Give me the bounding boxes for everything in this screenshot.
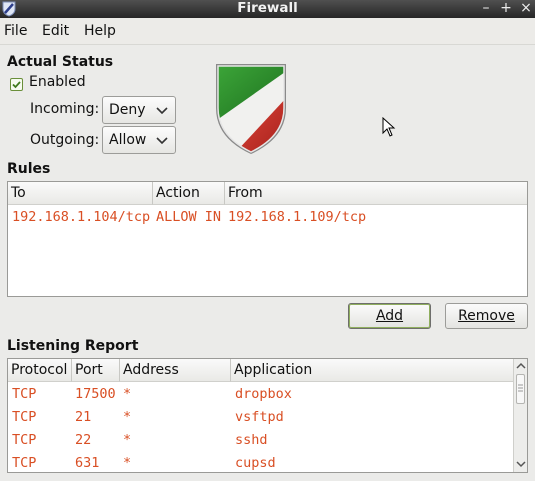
rules-table[interactable]: To Action From 192.168.1.104/tcp ALLOW I… [7, 181, 528, 297]
maximize-icon[interactable]: + [498, 0, 514, 18]
listen-protocol: TCP [12, 455, 37, 471]
outgoing-value: Allow [109, 132, 147, 148]
listen-protocol: TCP [12, 386, 37, 402]
listening-col-address[interactable]: Address [120, 359, 231, 382]
table-row[interactable]: TCP 21 * vsftpd [8, 409, 513, 429]
enabled-checkbox[interactable] [10, 78, 23, 91]
incoming-label: Incoming: [30, 101, 100, 117]
close-icon[interactable]: × [518, 0, 534, 18]
menu-bar: File Edit Help [0, 18, 535, 45]
listening-col-protocol[interactable]: Protocol [8, 359, 72, 382]
listen-application: dropbox [235, 386, 292, 402]
menu-edit[interactable]: Edit [42, 22, 69, 40]
table-row[interactable]: TCP 22 * sshd [8, 432, 513, 452]
listen-port: 631 [75, 455, 100, 471]
table-row[interactable]: TCP 631 * cupsd [8, 455, 513, 472]
scroll-down-icon[interactable] [515, 459, 527, 469]
menu-file-label: File [4, 23, 28, 39]
listen-address: * [123, 432, 132, 448]
listen-address: * [123, 386, 132, 402]
listen-protocol: TCP [12, 409, 37, 425]
title-bar: Firewall – + × [0, 0, 535, 18]
chevron-down-icon [156, 137, 168, 145]
menu-edit-label: Edit [42, 23, 70, 39]
listen-application: vsftpd [235, 409, 284, 425]
menu-help[interactable]: Help [84, 22, 116, 40]
listen-port: 17500 [75, 386, 116, 402]
enabled-label: Enabled [29, 74, 86, 90]
add-button-label: Add [375, 308, 404, 324]
menu-file[interactable]: File [4, 22, 27, 40]
grip-icon [518, 384, 523, 392]
actual-status-heading: Actual Status [7, 54, 114, 70]
menu-help-label: Help [84, 23, 116, 39]
rule-to: 192.168.1.104/tcp [12, 209, 151, 225]
listening-scrollbar[interactable] [513, 359, 527, 472]
listen-port: 22 [75, 432, 92, 448]
listen-application: cupsd [235, 455, 276, 471]
listening-report-heading: Listening Report [7, 338, 139, 354]
scrollbar-thumb[interactable] [516, 374, 525, 404]
remove-button[interactable]: Remove [445, 303, 528, 329]
window-title: Firewall [237, 0, 298, 16]
add-button[interactable]: Add [348, 303, 431, 329]
listen-protocol: TCP [12, 432, 37, 448]
checkmark-icon [12, 81, 21, 89]
listening-col-port[interactable]: Port [72, 359, 120, 382]
listen-address: * [123, 409, 132, 425]
listen-address: * [123, 455, 132, 471]
rules-col-action[interactable]: Action [153, 182, 225, 205]
rule-from: 192.168.1.109/tcp [228, 209, 367, 225]
incoming-select[interactable]: Deny [102, 96, 176, 124]
listen-application: sshd [235, 432, 268, 448]
remove-button-label: Remove [458, 308, 515, 324]
mouse-pointer-icon [382, 117, 396, 137]
incoming-value: Deny [109, 102, 146, 118]
listen-port: 21 [75, 409, 92, 425]
table-row[interactable]: TCP 17500 * dropbox [8, 386, 513, 406]
outgoing-select[interactable]: Allow [102, 126, 176, 154]
chevron-down-icon [156, 107, 168, 115]
rules-col-from[interactable]: From [225, 182, 527, 205]
listening-col-application[interactable]: Application [231, 359, 513, 382]
scroll-up-icon[interactable] [515, 361, 527, 371]
firewall-shield-logo [216, 64, 286, 154]
listening-table[interactable]: Protocol Port Address Application TCP 17… [7, 358, 528, 473]
rules-col-to[interactable]: To [8, 182, 153, 205]
minimize-icon[interactable]: – [478, 0, 494, 18]
rules-heading: Rules [7, 161, 51, 177]
outgoing-label: Outgoing: [30, 132, 100, 148]
rule-action: ALLOW IN [156, 209, 222, 225]
table-row[interactable]: 192.168.1.104/tcp ALLOW IN 192.168.1.109… [8, 207, 527, 227]
